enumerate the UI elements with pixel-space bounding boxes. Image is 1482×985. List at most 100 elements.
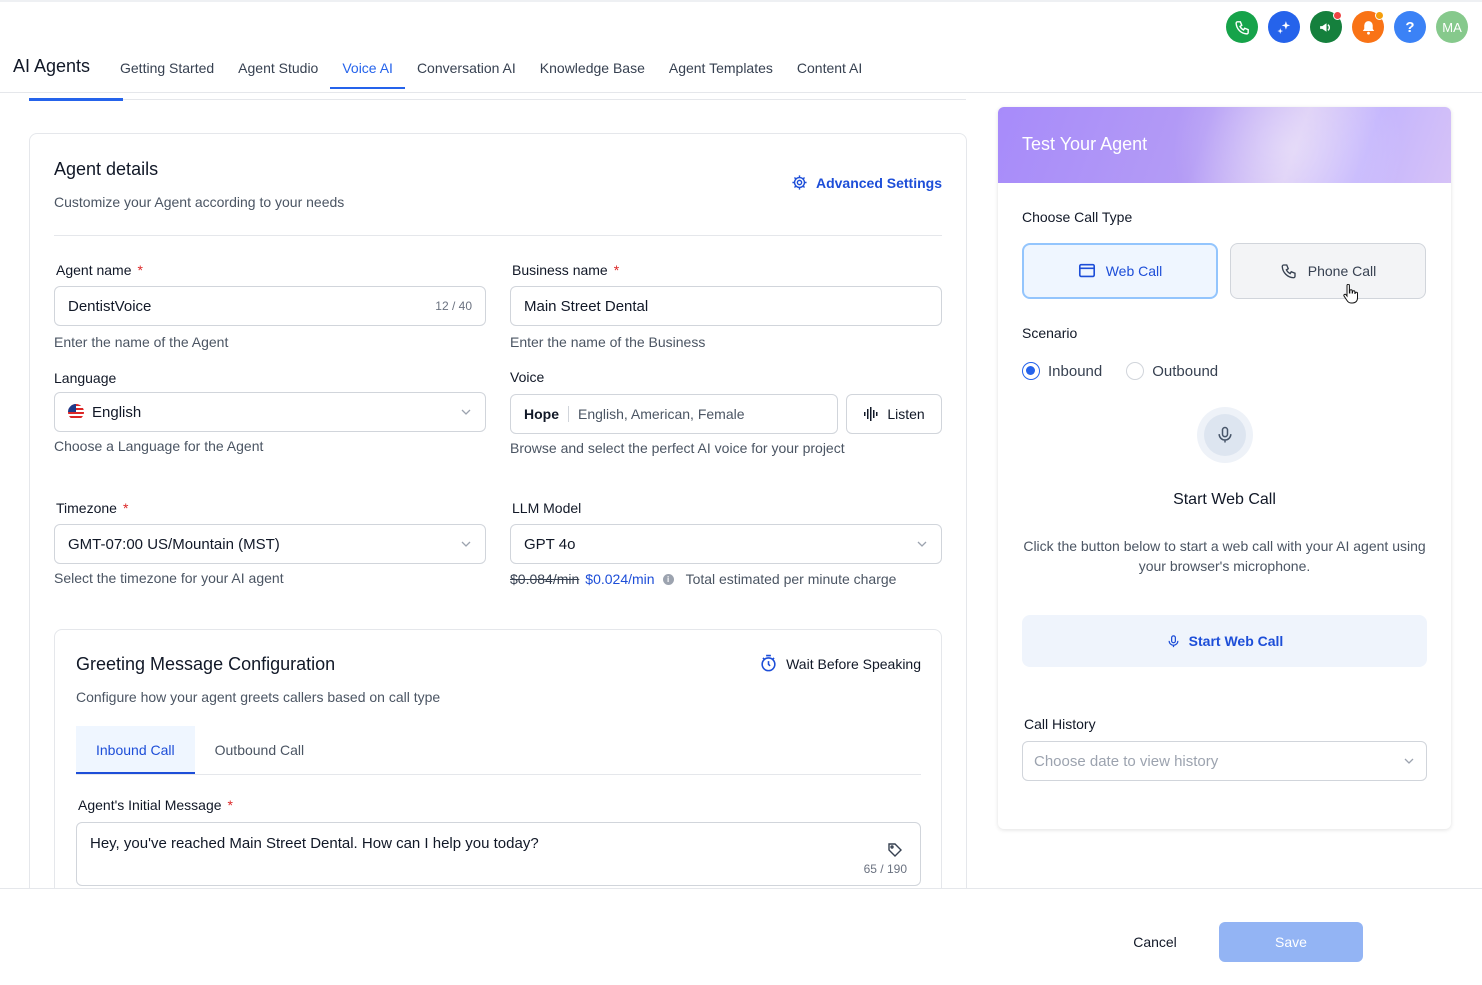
bell-icon[interactable]: [1352, 11, 1384, 43]
advanced-settings-button[interactable]: Advanced Settings: [791, 174, 942, 191]
initial-message-label: Agent's Initial Message *: [78, 797, 233, 813]
agent-name-input[interactable]: DentistVoice 12 / 40: [54, 286, 486, 326]
phone-call-option[interactable]: Phone Call: [1230, 243, 1426, 299]
language-label: Language: [54, 370, 117, 386]
tag-icon[interactable]: [887, 842, 903, 858]
help-icon[interactable]: ?: [1394, 11, 1426, 43]
us-flag-icon: [68, 404, 84, 420]
web-call-option[interactable]: Web Call: [1022, 243, 1218, 299]
initial-message-textarea[interactable]: Hey, you've reached Main Street Dental. …: [76, 822, 921, 886]
phone-icon: [1281, 264, 1296, 279]
subtab-active-indicator: [29, 98, 123, 101]
language-value: English: [92, 403, 142, 421]
greeting-subtitle: Configure how your agent greets callers …: [76, 689, 441, 705]
avatar[interactable]: MA: [1436, 11, 1468, 43]
agent-details-subtitle: Customize your Agent according to your n…: [54, 194, 345, 210]
listen-label: Listen: [887, 406, 925, 422]
voice-help: Browse and select the perfect AI voice f…: [510, 440, 845, 456]
avatar-initials: MA: [1442, 19, 1462, 35]
start-web-call-description: Click the button below to start a web ca…: [1023, 538, 1426, 574]
tab-conversation-ai[interactable]: Conversation AI: [405, 48, 528, 93]
tab-getting-started[interactable]: Getting Started: [108, 48, 226, 93]
business-name-input[interactable]: Main Street Dental: [510, 286, 942, 326]
greeting-title: Greeting Message Configuration: [76, 654, 336, 674]
web-call-label: Web Call: [1105, 263, 1163, 279]
footer-bar: Cancel Save: [0, 888, 1482, 985]
cancel-button[interactable]: Cancel: [1110, 924, 1200, 960]
old-price: $0.084/min: [510, 571, 580, 587]
phone-call-label: Phone Call: [1307, 263, 1377, 279]
scenario-inbound-radio[interactable]: Inbound: [1022, 362, 1102, 380]
start-web-call-button[interactable]: Start Web Call: [1022, 615, 1427, 667]
scenario-outbound-label: Outbound: [1152, 362, 1219, 380]
sparkle-icon[interactable]: [1268, 11, 1300, 43]
scenario-radio-group: Inbound Outbound: [1022, 362, 1218, 380]
timer-icon: [761, 654, 776, 672]
wait-before-speaking-button[interactable]: Wait Before Speaking: [759, 654, 921, 673]
microphone-icon: [1218, 426, 1232, 443]
hand-cursor-icon: [1343, 284, 1358, 304]
price-note: Total estimated per minute charge: [685, 571, 897, 587]
tab-inbound-call[interactable]: Inbound Call: [76, 726, 195, 774]
tab-agent-studio[interactable]: Agent Studio: [226, 48, 330, 93]
listen-button[interactable]: Listen: [846, 394, 942, 434]
top-divider: [0, 0, 1482, 2]
gear-icon: [792, 175, 807, 190]
scenario-outbound-radio[interactable]: Outbound: [1126, 362, 1218, 380]
llm-pricing: $0.084/min $0.024/min i Total estimated …: [510, 571, 896, 587]
greeting-tabs: Inbound Call Outbound Call: [76, 726, 921, 775]
voice-label: Voice: [510, 369, 545, 385]
timezone-label: Timezone *: [56, 500, 128, 516]
microphone-circle: [1204, 414, 1246, 456]
agent-name-label: Agent name *: [56, 262, 143, 278]
llm-model-select[interactable]: GPT 4o: [510, 524, 942, 564]
chevron-down-icon: [461, 409, 471, 415]
initial-message-label-text: Agent's Initial Message: [78, 797, 222, 813]
tab-agent-templates[interactable]: Agent Templates: [657, 48, 785, 93]
timezone-select[interactable]: GMT-07:00 US/Mountain (MST): [54, 524, 486, 564]
timezone-value: GMT-07:00 US/Mountain (MST): [68, 535, 280, 553]
agent-name-counter: 12 / 40: [435, 299, 472, 313]
business-name-label: Business name *: [512, 262, 619, 278]
megaphone-icon[interactable]: [1310, 11, 1342, 43]
voice-name: Hope: [524, 406, 569, 422]
phone-icon[interactable]: [1226, 11, 1258, 43]
microphone-badge: [1197, 407, 1253, 463]
test-agent-header: Test Your Agent: [998, 107, 1451, 247]
agent-name-label-text: Agent name: [56, 262, 132, 278]
required-marker: *: [122, 500, 129, 516]
business-name-help: Enter the name of the Business: [510, 334, 706, 350]
waveform-icon: [864, 407, 878, 421]
radio-unselected: [1126, 362, 1145, 380]
call-history-placeholder: Choose date to view history: [1034, 752, 1219, 770]
tab-content-ai[interactable]: Content AI: [785, 48, 874, 93]
llm-model-label: LLM Model: [512, 500, 582, 516]
tab-outbound-call[interactable]: Outbound Call: [195, 726, 325, 774]
save-button[interactable]: Save: [1219, 922, 1363, 962]
browser-icon: [1078, 263, 1095, 278]
agent-details-card: Agent details Customize your Agent accor…: [29, 133, 967, 959]
required-marker: *: [613, 262, 620, 278]
chevron-down-icon: [1404, 758, 1414, 764]
initial-message-counter: 65 / 190: [863, 862, 907, 876]
start-web-call-label: Start Web Call: [1188, 633, 1284, 649]
call-history-label: Call History: [1024, 716, 1096, 732]
microphone-icon: [1168, 634, 1179, 647]
brand-title: AI Agents: [13, 56, 91, 76]
notification-dot: [1375, 11, 1384, 20]
tab-knowledge-base[interactable]: Knowledge Base: [528, 48, 657, 93]
chevron-down-icon: [461, 541, 471, 547]
chevron-down-icon: [917, 541, 927, 547]
notification-dot: [1333, 11, 1342, 20]
call-history-select[interactable]: Choose date to view history: [1022, 741, 1427, 781]
subtab-divider: [30, 99, 966, 100]
language-select[interactable]: English: [54, 392, 486, 432]
scenario-inbound-label: Inbound: [1048, 362, 1103, 380]
call-type-label: Choose Call Type: [1022, 209, 1133, 225]
language-help: Choose a Language for the Agent: [54, 438, 264, 454]
agent-name-help: Enter the name of the Agent: [54, 334, 229, 350]
info-icon[interactable]: i: [662, 573, 674, 585]
tab-voice-ai[interactable]: Voice AI: [330, 48, 405, 93]
initial-message-value: Hey, you've reached Main Street Dental. …: [90, 835, 539, 852]
voice-select[interactable]: Hope English, American, Female: [510, 394, 838, 434]
